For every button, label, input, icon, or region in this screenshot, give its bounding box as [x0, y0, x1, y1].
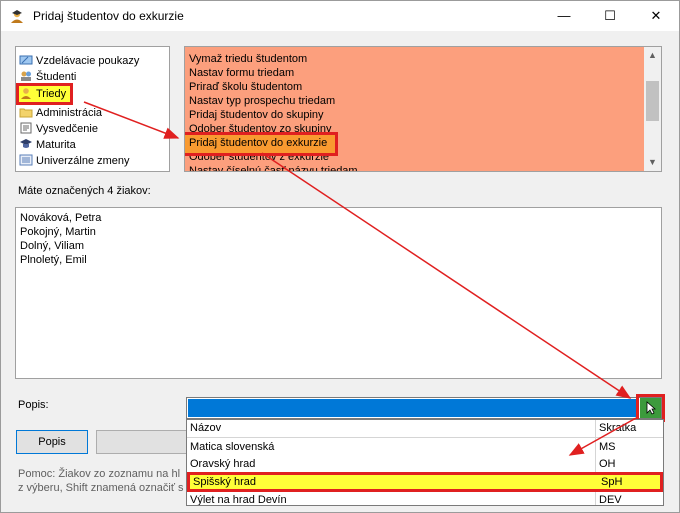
row-name: Matica slovenská	[190, 441, 275, 453]
dropdown-header: Názov Skratka	[187, 420, 663, 438]
list-icon	[19, 154, 33, 166]
window-title: Pridaj študentov do exkurzie	[33, 9, 184, 23]
action-button[interactable]	[96, 430, 188, 454]
column-header-name[interactable]: Názov	[190, 422, 221, 434]
folder-icon	[19, 108, 33, 118]
tree-item-vysvedcenie[interactable]: Vysvedčenie	[19, 121, 98, 137]
minimize-button[interactable]: —	[541, 1, 587, 31]
tree-item-studenti[interactable]: Študenti	[19, 69, 76, 85]
popis-combobox[interactable]	[186, 394, 665, 422]
popis-dropdown-list[interactable]: Názov Skratka Matica slovenská MS Oravsk…	[186, 419, 664, 506]
mouse-cursor-icon	[646, 401, 656, 415]
report-card-icon	[20, 122, 32, 134]
popis-combobox-value[interactable]	[188, 399, 639, 417]
tree-item-triedy[interactable]: Triedy	[16, 83, 74, 105]
operation-item[interactable]: Nastav číselnú časť názvu triedam	[189, 164, 358, 171]
title-bar[interactable]: Pridaj študentov do exkurzie — ☐ ✕	[1, 1, 679, 31]
tree-item-label: Študenti	[36, 71, 77, 83]
list-item[interactable]: Nováková, Petra	[20, 211, 101, 225]
list-item[interactable]: Pokojný, Martin	[20, 225, 96, 239]
tree-item-label: Univerzálne zmeny	[36, 155, 130, 167]
list-item[interactable]: Dolný, Viliam	[20, 239, 84, 253]
popis-label: Popis:	[18, 399, 49, 411]
row-name: Spišský hrad	[193, 476, 256, 488]
row-name: Výlet na hrad Devín	[190, 494, 287, 506]
tree-item-label: Triedy	[36, 88, 67, 100]
dropdown-row[interactable]: Matica slovenská MS	[187, 439, 663, 455]
students-icon	[21, 71, 31, 81]
operation-item[interactable]: Vymaž triedu študentom	[189, 52, 307, 66]
dropdown-row[interactable]: Výlet na hrad Devín DEV	[187, 492, 663, 506]
operations-scrollbar[interactable]: ▲ ▼	[644, 47, 661, 171]
operations-list[interactable]: Vymaž triedu študentom Nastav formu trie…	[184, 46, 662, 172]
column-header-abbr[interactable]: Skratka	[599, 422, 636, 434]
tree-item-label: Vysvedčenie	[36, 123, 98, 135]
help-line-1: Pomoc: Žiakov zo zoznamu na hl	[18, 468, 181, 480]
tree-item-maturita[interactable]: Maturita	[19, 137, 76, 153]
close-button[interactable]: ✕	[633, 1, 679, 31]
operation-item[interactable]: Nastav formu triedam	[189, 66, 294, 80]
selected-students-list[interactable]: Nováková, Petra Pokojný, Martin Dolný, V…	[15, 207, 662, 379]
class-icon	[21, 88, 31, 99]
row-abbr: OH	[599, 458, 616, 470]
list-item[interactable]: Plnoletý, Emil	[20, 253, 87, 267]
dropdown-row-selected[interactable]: Spišský hrad SpH	[187, 472, 663, 492]
maximize-button[interactable]: ☐	[587, 1, 633, 31]
operation-item-selected[interactable]: Pridaj študentov do exkurzie	[185, 132, 339, 156]
dropdown-row[interactable]: Oravský hrad OH	[187, 456, 663, 472]
help-line-2: z výberu, Shift znamená označiť s	[18, 482, 184, 494]
students-hat-icon	[11, 10, 23, 23]
row-abbr: MS	[599, 441, 616, 453]
scroll-up-icon[interactable]: ▲	[644, 47, 661, 64]
dropdown-button[interactable]	[636, 394, 665, 422]
scroll-thumb[interactable]	[646, 81, 659, 121]
tree-item-administracia[interactable]: Administrácia	[19, 105, 102, 121]
selected-count-label: Máte označených 4 žiakov:	[18, 185, 151, 197]
row-name: Oravský hrad	[190, 458, 256, 470]
help-text: Pomoc: Žiakov zo zoznamu na hl z výberu,…	[18, 467, 186, 495]
row-abbr: DEV	[599, 494, 622, 506]
operation-item[interactable]: Pridaj študentov do skupiny	[189, 108, 324, 122]
popis-button[interactable]: Popis	[16, 430, 88, 454]
row-abbr: SpH	[601, 476, 623, 488]
operation-item[interactable]: Priraď školu študentom	[189, 80, 302, 94]
graduation-icon	[20, 139, 32, 148]
operation-item[interactable]: Odober študentov zo skupiny	[189, 122, 331, 136]
tree-item-label: Administrácia	[36, 107, 103, 119]
voucher-icon	[19, 55, 33, 65]
operation-item[interactable]: Nastav typ prospechu triedam	[189, 94, 335, 108]
dialog-window: Pridaj študentov do exkurzie — ☐ ✕ Vzdel…	[0, 0, 680, 513]
tree-item-label: Vzdelávacie poukazy	[36, 55, 140, 67]
category-tree[interactable]: Vzdelávacie poukazy Študenti Triedy Admi…	[15, 46, 170, 172]
tree-item-label: Maturita	[36, 139, 76, 151]
tree-item-univerzalne-zmeny[interactable]: Univerzálne zmeny	[19, 153, 130, 169]
tree-item-vzdelavacie-poukazy[interactable]: Vzdelávacie poukazy	[19, 53, 139, 69]
scroll-down-icon[interactable]: ▼	[644, 154, 661, 171]
